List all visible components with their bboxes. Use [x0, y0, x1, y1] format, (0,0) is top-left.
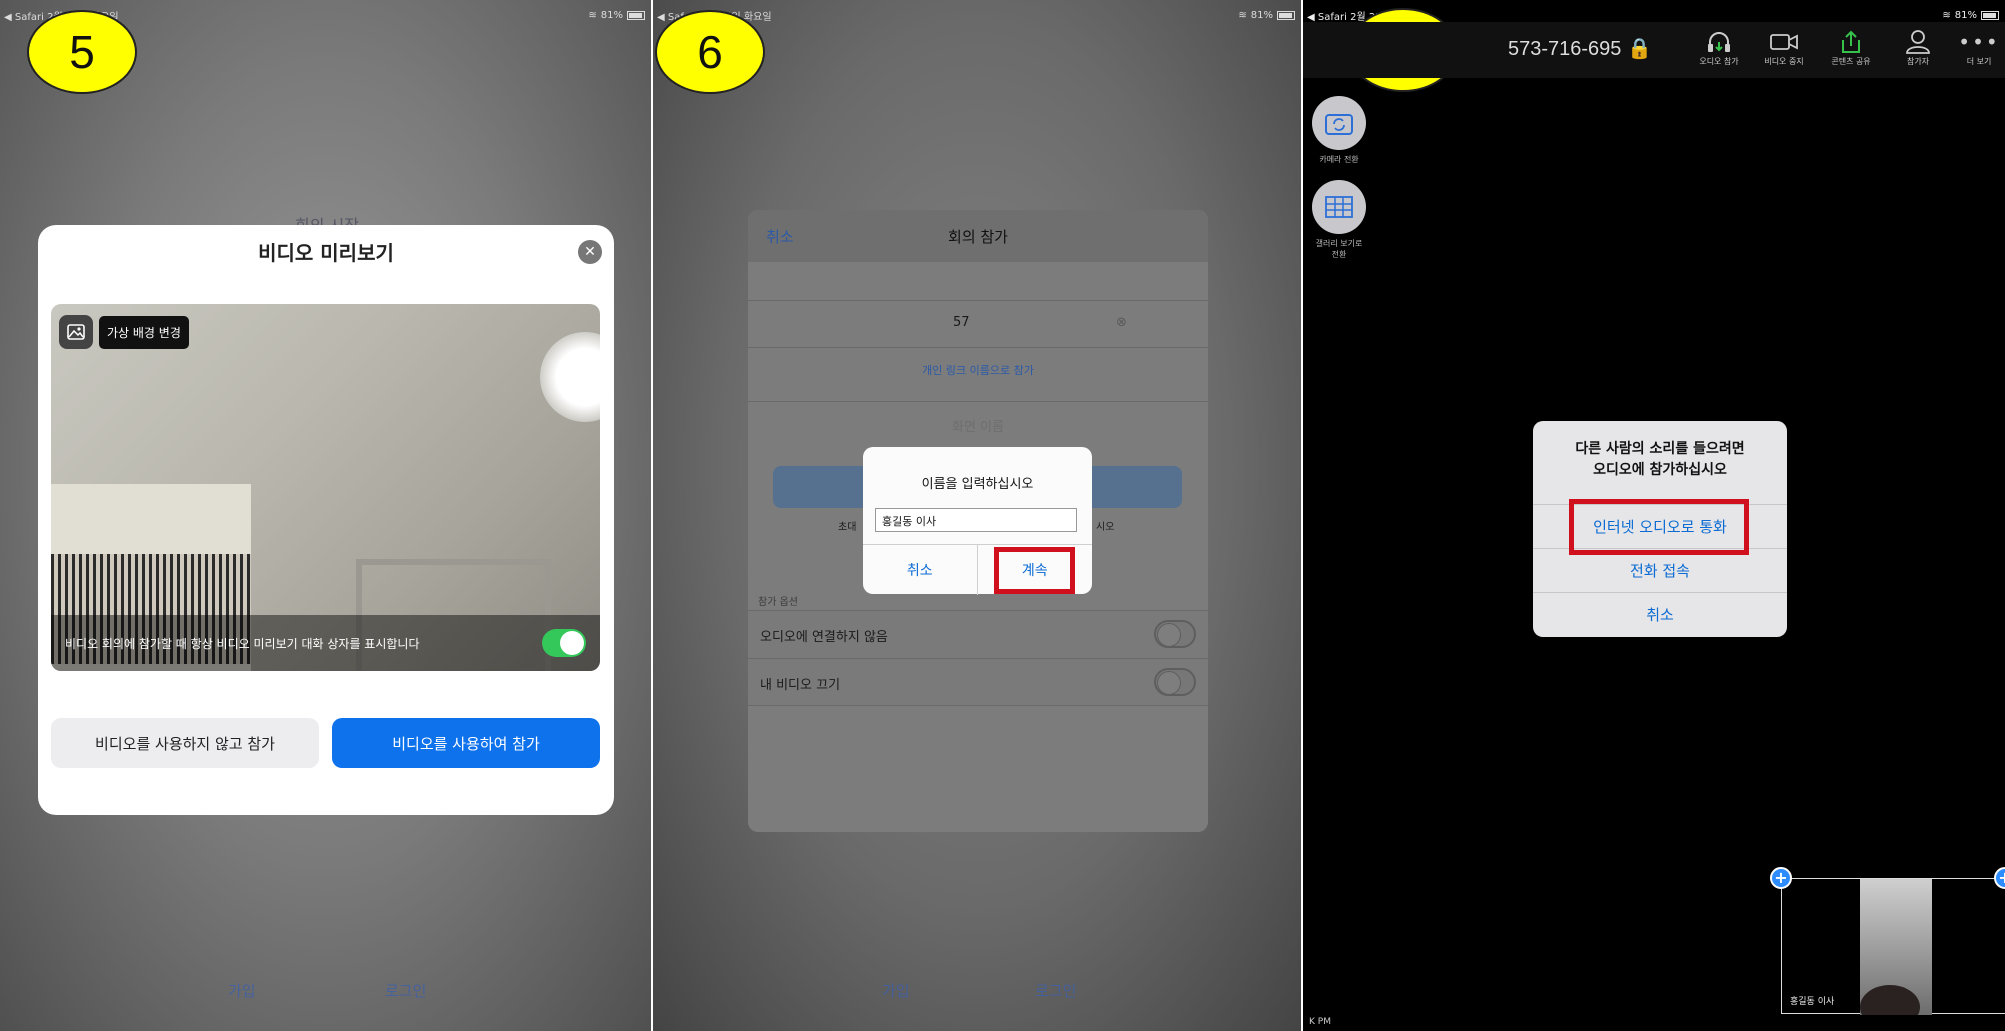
switch-camera-button[interactable]: 카메라 전환	[1311, 96, 1367, 165]
join-audio-label: 오디오 참가	[1699, 57, 1739, 66]
join-with-video-button[interactable]: 비디오를 사용하여 참가	[332, 718, 600, 768]
login-link[interactable]: 로그인	[385, 980, 426, 1001]
more-button[interactable]: ••• 더 보기	[1955, 28, 2003, 67]
highlight-box-internet-audio	[1569, 499, 1749, 555]
virtual-background-button[interactable]: 가상 배경 변경	[59, 315, 189, 349]
participants-icon	[1890, 28, 1946, 56]
ceiling-light	[540, 332, 600, 422]
footer-time: K PM	[1309, 1017, 1331, 1027]
share-content-button[interactable]: 콘텐츠 공유	[1823, 28, 1879, 67]
self-video	[1860, 879, 1932, 1015]
self-view-thumbnail[interactable]: 홍길동 이사	[1781, 878, 2005, 1015]
dialog-cancel-button[interactable]: 취소	[863, 545, 978, 595]
wifi-icon: ≋	[1238, 10, 1247, 21]
meeting-id-value: 57	[953, 315, 970, 330]
battery-icon	[627, 11, 645, 20]
signup-link[interactable]: 가입	[882, 980, 910, 1001]
video-off-label: 내 비디오 끄기	[760, 678, 841, 693]
always-show-label: 비디오 회의에 참가할 때 항상 비디오 미리보기 대화 상자를 표시합니다	[65, 636, 420, 651]
wifi-icon: ≋	[588, 10, 597, 21]
always-show-toggle[interactable]	[542, 629, 586, 657]
dialog-title: 비디오 미리보기	[258, 241, 394, 265]
sheet-header: 취소 회의 참가	[748, 210, 1208, 262]
panel-meeting-audio: ◀ Safari 2월 25일 화요일 ≋81% 7 573-716-695 🔒…	[1303, 0, 2005, 1031]
video-off-toggle[interactable]	[1154, 668, 1196, 696]
wifi-icon: ≋	[1942, 10, 1951, 21]
dialog-message-line1: 다른 사람의 소리를 들으려면	[1575, 441, 1745, 457]
cancel-option[interactable]: 취소	[1533, 592, 1787, 636]
join-without-video-button[interactable]: 비디오를 사용하지 않고 참가	[51, 718, 319, 768]
join-audio-button[interactable]: 오디오 참가	[1691, 28, 1747, 67]
virtual-background-tooltip: 가상 배경 변경	[99, 315, 189, 349]
switch-camera-icon	[1312, 96, 1366, 150]
image-icon[interactable]	[59, 315, 93, 349]
battery-percent: 81%	[600, 10, 623, 21]
stop-video-button[interactable]: 비디오 중지	[1756, 28, 1812, 67]
panel-join-meeting: ◀ Safari 2월 25일 화요일 ≋81% 6 취소 회의 참가 57 ⊗…	[653, 0, 1301, 1031]
gallery-view-button[interactable]: 갤러리 보기로 전환	[1311, 180, 1367, 260]
status-bar: ◀ Safari 2월 25일 화요일 ≋81%	[657, 8, 1295, 23]
personal-link-button[interactable]: 개인 링크 이름으로 참가	[748, 362, 1208, 378]
plus-icon[interactable]: +	[1770, 867, 1792, 889]
share-icon	[1823, 28, 1879, 56]
battery-icon	[1981, 11, 1999, 20]
battery-percent: 81%	[1954, 10, 1977, 21]
camera-preview: 가상 배경 변경 비디오 회의에 참가할 때 항상 비디오 미리보기 대화 상자…	[51, 304, 600, 671]
step-badge: 6	[655, 10, 765, 94]
invite-text-right: 시오	[1096, 522, 1115, 533]
more-label: 더 보기	[1966, 57, 1992, 66]
participants-button[interactable]: 참가자	[1890, 28, 1946, 67]
participants-label: 참가자	[1906, 57, 1930, 66]
stop-video-label: 비디오 중지	[1764, 57, 1804, 66]
panel-video-preview: ◀ Safari 2월 25일 화요일 ≋81% 회의 시작 5 비디오 미리보…	[0, 0, 651, 1031]
screen-name-placeholder: 화면 이름	[952, 420, 1004, 435]
share-content-label: 콘텐츠 공유	[1831, 57, 1871, 66]
battery-percent: 81%	[1250, 10, 1273, 21]
status-back[interactable]: ◀ Safari	[4, 12, 44, 23]
meeting-id-row[interactable]: 57 ⊗	[748, 300, 1208, 347]
highlight-box-continue	[994, 547, 1075, 594]
close-icon[interactable]: ✕	[578, 240, 602, 264]
gallery-view-label: 갤러리 보기로 전환	[1315, 239, 1363, 259]
more-icon: •••	[1958, 30, 2000, 54]
dialog-message-line2: 오디오에 참가하십시오	[1593, 462, 1727, 478]
dialog-message: 이름을 입력하십시오	[921, 477, 1034, 492]
video-preview-dialog: 비디오 미리보기 ✕ 가상 배경 변경 비디오 회의에 참가할 때 항상 비디오…	[38, 225, 614, 815]
signup-link[interactable]: 가입	[228, 980, 256, 1001]
self-view-name: 홍길동 이사	[1790, 997, 1835, 1007]
video-off-row: 내 비디오 끄기	[748, 658, 1208, 706]
meeting-id-title: 573-716-695 🔒	[1508, 38, 1652, 60]
gallery-grid-icon	[1312, 180, 1366, 234]
personal-link-row: 개인 링크 이름으로 참가	[748, 347, 1208, 394]
options-header: 참가 옵션	[758, 597, 798, 608]
clear-icon[interactable]: ⊗	[1116, 315, 1127, 330]
dialog-message: 다른 사람의 소리를 들으려면 오디오에 참가하십시오	[1533, 439, 1787, 481]
step-badge: 5	[27, 10, 137, 94]
name-input[interactable]: 홍길동 이사	[875, 508, 1077, 532]
headphones-icon	[1691, 28, 1747, 56]
no-audio-row: 오디오에 연결하지 않음	[748, 610, 1208, 658]
invite-text-left: 초대	[838, 522, 857, 533]
sheet-title: 회의 참가	[948, 228, 1008, 246]
switch-camera-label: 카메라 전환	[1319, 155, 1359, 164]
screen-name-row[interactable]: 화면 이름	[748, 401, 1208, 449]
no-audio-label: 오디오에 연결하지 않음	[760, 630, 888, 645]
no-audio-toggle[interactable]	[1154, 620, 1196, 648]
always-show-bar: 비디오 회의에 참가할 때 항상 비디오 미리보기 대화 상자를 표시합니다	[51, 615, 600, 671]
video-camera-icon	[1756, 28, 1812, 56]
login-link[interactable]: 로그인	[1035, 980, 1076, 1001]
battery-icon	[1277, 11, 1295, 20]
